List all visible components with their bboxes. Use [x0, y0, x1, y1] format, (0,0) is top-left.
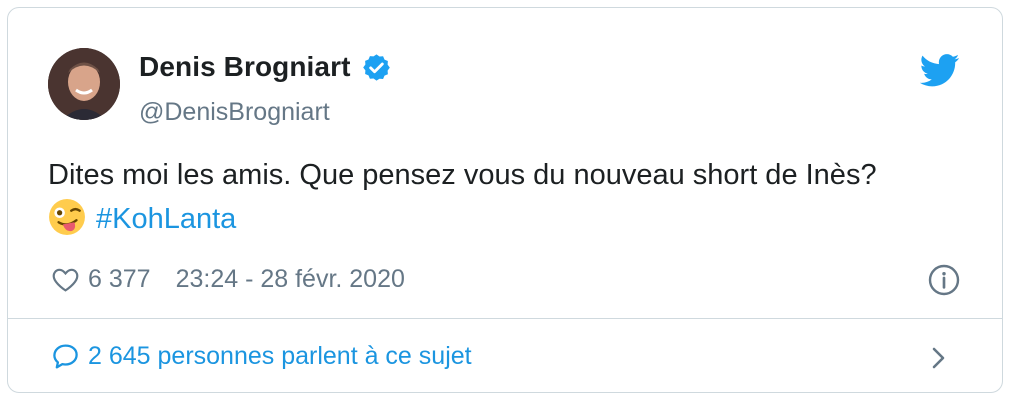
verified-badge-icon	[362, 53, 390, 81]
chevron-right-icon[interactable]	[929, 345, 949, 371]
author-handle[interactable]: @DenisBrogniart	[139, 98, 330, 127]
winking-face-with-tongue-icon	[49, 199, 85, 235]
conversation-link[interactable]: 2 645 personnes parlent à ce sujet	[51, 342, 472, 371]
likes-count[interactable]: 6 377	[88, 265, 151, 294]
tweet-text: Dites moi les amis. Que pensez vous du n…	[48, 159, 877, 191]
tweet-timestamp[interactable]: 23:24 - 28 févr. 2020	[176, 265, 405, 294]
conversation-label: 2 645 personnes parlent à ce sujet	[88, 342, 472, 370]
tweet-meta: 6 377 23:24 - 28 févr. 2020	[51, 265, 405, 294]
info-icon[interactable]	[928, 264, 960, 296]
speech-bubble-icon	[53, 344, 78, 369]
display-name[interactable]: Denis Brogniart	[139, 51, 351, 83]
heart-icon[interactable]	[51, 265, 80, 294]
divider	[8, 318, 1002, 319]
avatar[interactable]	[48, 48, 120, 120]
tweet-text-block: Dites moi les amis. Que pensez vous du n…	[48, 153, 968, 241]
tweet-second-line: #KohLanta	[48, 197, 968, 241]
author-name-row: Denis Brogniart	[139, 51, 392, 83]
hashtag-link[interactable]: #KohLanta	[96, 203, 236, 235]
twitter-bird-icon[interactable]	[920, 54, 960, 87]
tweet-card: Denis Brogniart @DenisBrogniart Dites mo…	[7, 7, 1003, 393]
